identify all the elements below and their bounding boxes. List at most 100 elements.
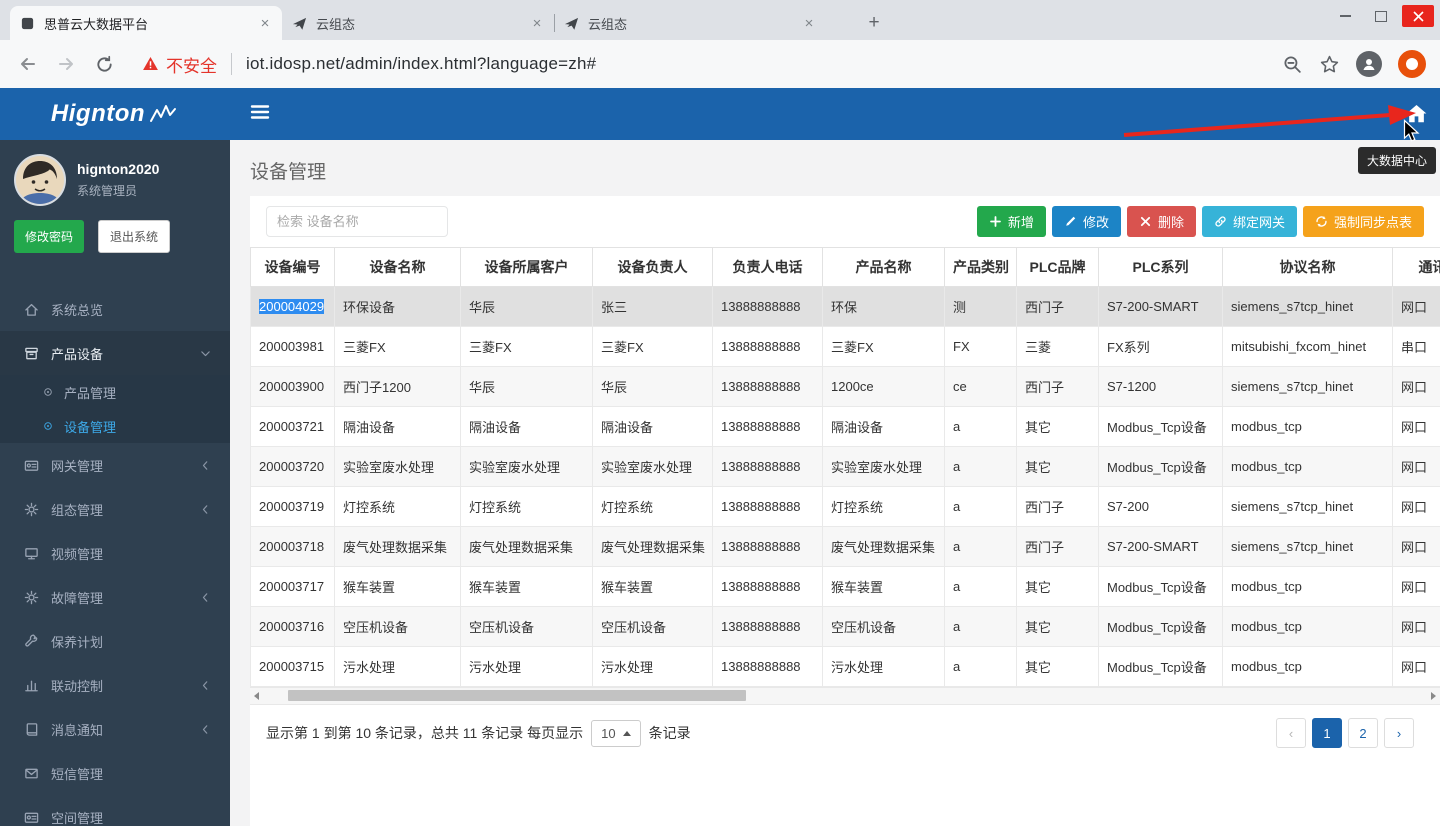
pagination-page-1[interactable]: 1	[1312, 718, 1342, 748]
force-sync-button[interactable]: 强制同步点表	[1303, 206, 1424, 237]
table-cell: siemens_s7tcp_hinet	[1223, 527, 1393, 567]
logout-button[interactable]: 退出系统	[98, 220, 170, 253]
column-header: 设备名称	[335, 248, 461, 287]
sidebar-item-message-notify[interactable]: 消息通知	[0, 707, 230, 751]
pagination-info: 显示第 1 到第 10 条记录，总共 11 条记录 每页显示	[266, 723, 583, 743]
table-cell: 200003718	[251, 527, 335, 567]
table-cell: 污水处理	[593, 647, 713, 687]
browser-tab[interactable]: 云组态 ×	[554, 6, 826, 40]
sidebar-item-sms-management[interactable]: 短信管理	[0, 751, 230, 795]
button-label: 绑定网关	[1233, 212, 1285, 231]
browser-menu-icon[interactable]	[1398, 50, 1426, 78]
sidebar-item-maintenance-plan[interactable]: 保养计划	[0, 619, 230, 663]
edit-button[interactable]: 修改	[1052, 206, 1121, 237]
table-row[interactable]: 200003981三菱FX三菱FX三菱FX13888888888三菱FXFX三菱…	[251, 327, 1440, 367]
table-cell: 隔油设备	[461, 407, 593, 447]
tab-close-icon[interactable]: ×	[800, 14, 818, 32]
table-cell: 污水处理	[335, 647, 461, 687]
button-label: 新增	[1008, 212, 1034, 231]
close-button[interactable]	[1402, 5, 1434, 27]
sidebar-item-gateway-management[interactable]: 网关管理	[0, 443, 230, 487]
avatar[interactable]	[14, 154, 66, 206]
table-cell: a	[945, 527, 1017, 567]
tab-close-icon[interactable]: ×	[528, 14, 546, 32]
browser-toolbar: 不安全 iot.idosp.net/admin/index.html?langu…	[0, 40, 1440, 88]
table-cell: 灯控系统	[593, 487, 713, 527]
browser-tab[interactable]: 云组态×	[282, 6, 554, 40]
table-row[interactable]: 200003718废气处理数据采集废气处理数据采集废气处理数据采集1388888…	[251, 527, 1440, 567]
sidebar-item-product-device[interactable]: 产品设备	[0, 331, 230, 375]
column-header: 通讯	[1393, 248, 1440, 287]
scrollbar-thumb[interactable]	[288, 690, 746, 701]
sidebar-item-scada-management[interactable]: 组态管理	[0, 487, 230, 531]
pagination-prev-button[interactable]: ‹	[1276, 718, 1306, 748]
scroll-right-icon[interactable]	[1431, 692, 1436, 700]
table-row[interactable]: 200003721隔油设备隔油设备隔油设备13888888888隔油设备a其它M…	[251, 407, 1440, 447]
zoom-icon[interactable]	[1282, 54, 1303, 75]
table-cell: 环保	[823, 287, 945, 327]
panel-toolbar: 新增修改删除 绑定网关强制同步点表	[266, 206, 1424, 237]
pagination-next-button[interactable]: ›	[1384, 718, 1414, 748]
sidebar-toggle-button[interactable]	[248, 102, 272, 125]
sidebar-item-device-management[interactable]: 设备管理	[0, 409, 230, 443]
column-header: 设备编号	[251, 248, 335, 287]
security-indicator[interactable]: 不安全	[142, 52, 217, 77]
minimize-icon	[1340, 15, 1351, 17]
bookmark-star-icon[interactable]	[1319, 54, 1340, 75]
sidebar-item-system-overview[interactable]: 系统总览	[0, 287, 230, 331]
tab-favicon	[292, 15, 308, 31]
pagination-page-2[interactable]: 2	[1348, 718, 1378, 748]
table-row[interactable]: 200003715污水处理污水处理污水处理13888888888污水处理a其它M…	[251, 647, 1440, 687]
back-button[interactable]	[14, 50, 42, 78]
table-cell: 其它	[1017, 407, 1099, 447]
minimize-button[interactable]	[1330, 5, 1360, 27]
table-cell: 空压机设备	[461, 607, 593, 647]
table-cell: 空压机设备	[593, 607, 713, 647]
sidebar-item-video-management[interactable]: 视频管理	[0, 531, 230, 575]
sidebar-item-space-management[interactable]: 空间管理	[0, 795, 230, 826]
change-password-button[interactable]: 修改密码	[14, 220, 84, 253]
table-cell: 空压机设备	[823, 607, 945, 647]
selected-text-highlight: 200004029	[259, 299, 324, 314]
table-row[interactable]: 200003719灯控系统灯控系统灯控系统13888888888灯控系统a西门子…	[251, 487, 1440, 527]
caret-up-icon	[623, 731, 631, 736]
table-row[interactable]: 200003717猴车装置猴车装置猴车装置13888888888猴车装置a其它M…	[251, 567, 1440, 607]
table-cell: 华辰	[461, 367, 593, 407]
browser-window: 思普云大数据平台×云组态×云组态× + 不安全 iot.idosp.net/ad…	[0, 0, 1440, 826]
horizontal-scrollbar[interactable]	[250, 687, 1440, 705]
table-row[interactable]: 200003716空压机设备空压机设备空压机设备13888888888空压机设备…	[251, 607, 1440, 647]
table-cell: Modbus_Tcp设备	[1099, 447, 1223, 487]
table-row[interactable]: 200003900西门子1200华辰华辰138888888881200cece西…	[251, 367, 1440, 407]
column-header: 产品名称	[823, 248, 945, 287]
column-header: 设备所属客户	[461, 248, 593, 287]
sidebar-item-linkage-control[interactable]: 联动控制	[0, 663, 230, 707]
table-cell: 废气处理数据采集	[593, 527, 713, 567]
delete-button[interactable]: 删除	[1127, 206, 1196, 237]
table-cell: modbus_tcp	[1223, 647, 1393, 687]
table-cell: 200003715	[251, 647, 335, 687]
sidebar-item-product-management[interactable]: 产品管理	[0, 375, 230, 409]
tab-title: 云组态	[588, 14, 794, 33]
pagination: ‹12›	[1276, 718, 1414, 748]
scroll-left-icon[interactable]	[254, 692, 259, 700]
url-bar[interactable]: iot.idosp.net/admin/index.html?language=…	[246, 54, 596, 74]
add-button[interactable]: 新增	[977, 206, 1046, 237]
sidebar-item-fault-management[interactable]: 故障管理	[0, 575, 230, 619]
table-cell: 废气处理数据采集	[335, 527, 461, 567]
maximize-button[interactable]	[1366, 5, 1396, 27]
table-row[interactable]: 200004029环保设备华辰张三13888888888环保测西门子S7-200…	[251, 287, 1440, 327]
browser-tab[interactable]: 思普云大数据平台×	[10, 6, 282, 40]
reload-button[interactable]	[90, 50, 118, 78]
table-cell: 空压机设备	[335, 607, 461, 647]
tab-close-icon[interactable]: ×	[256, 14, 274, 32]
page-size-select[interactable]: 10	[591, 720, 640, 747]
search-input[interactable]	[266, 206, 448, 237]
user-profile: hignton2020 系统管理员	[0, 140, 230, 212]
table-cell: 环保设备	[335, 287, 461, 327]
browser-profile-icon[interactable]	[1356, 51, 1382, 77]
table-cell: 200003719	[251, 487, 335, 527]
table-row[interactable]: 200003720实验室废水处理实验室废水处理实验室废水处理1388888888…	[251, 447, 1440, 487]
bind-gateway-button[interactable]: 绑定网关	[1202, 206, 1297, 237]
forward-button[interactable]	[52, 50, 80, 78]
new-tab-button[interactable]: +	[860, 10, 888, 36]
